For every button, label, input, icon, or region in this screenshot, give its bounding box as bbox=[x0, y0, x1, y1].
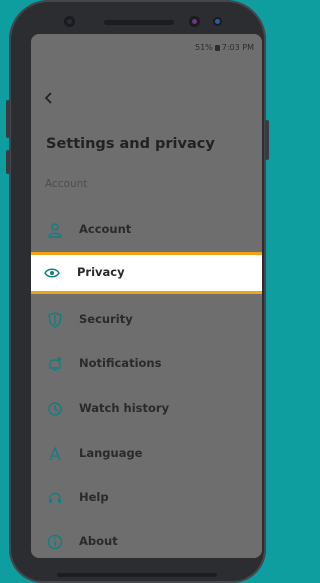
language-icon bbox=[49, 446, 61, 461]
menu-label-security: Security bbox=[79, 312, 133, 326]
menu-label-about: About bbox=[79, 534, 118, 548]
menu-label-language: Language bbox=[79, 446, 143, 460]
battery-text: 51% bbox=[194, 43, 213, 52]
earpiece-speaker bbox=[104, 20, 174, 25]
screen: 51% 7:03 PM Settings and privacy Account… bbox=[31, 34, 262, 558]
menu-label-account: Account bbox=[79, 222, 132, 236]
status-bar: 51% 7:03 PM bbox=[195, 43, 254, 52]
menu-label-notifications: Notifications bbox=[79, 356, 162, 370]
menu-item-about[interactable]: About bbox=[39, 522, 262, 558]
eye-icon bbox=[44, 268, 60, 278]
menu-item-notifications[interactable]: Notifications bbox=[39, 344, 262, 384]
back-arrow-icon[interactable] bbox=[41, 90, 57, 106]
proximity-sensor bbox=[213, 17, 222, 26]
menu-label-help: Help bbox=[79, 490, 109, 504]
info-icon bbox=[47, 534, 63, 550]
menu-label-privacy: Privacy bbox=[77, 265, 125, 279]
power-button bbox=[265, 120, 269, 160]
shield-icon bbox=[48, 312, 62, 328]
bell-icon bbox=[49, 357, 61, 371]
menu-item-privacy[interactable]: Privacy bbox=[31, 252, 262, 294]
menu-item-help[interactable]: Help bbox=[39, 478, 262, 518]
menu-item-security[interactable]: Security bbox=[39, 300, 262, 340]
menu-item-watch-history[interactable]: Watch history bbox=[39, 389, 262, 429]
section-header: Account bbox=[45, 178, 88, 190]
battery-icon bbox=[214, 44, 220, 51]
clock-text: 7:03 PM bbox=[221, 43, 254, 52]
history-icon bbox=[48, 402, 62, 416]
phone-frame: 51% 7:03 PM Settings and privacy Account… bbox=[6, 0, 269, 583]
iris-sensor bbox=[64, 16, 75, 27]
menu-item-language[interactable]: Language bbox=[39, 434, 262, 474]
bixby-button bbox=[6, 150, 10, 174]
headset-icon bbox=[49, 492, 61, 503]
volume-button bbox=[6, 100, 10, 138]
bottom-bezel bbox=[57, 573, 217, 577]
page-title: Settings and privacy bbox=[46, 136, 215, 152]
person-icon bbox=[48, 223, 62, 238]
menu-item-account[interactable]: Account bbox=[39, 210, 262, 250]
menu-label-watch-history: Watch history bbox=[79, 401, 170, 415]
front-camera bbox=[189, 16, 200, 27]
